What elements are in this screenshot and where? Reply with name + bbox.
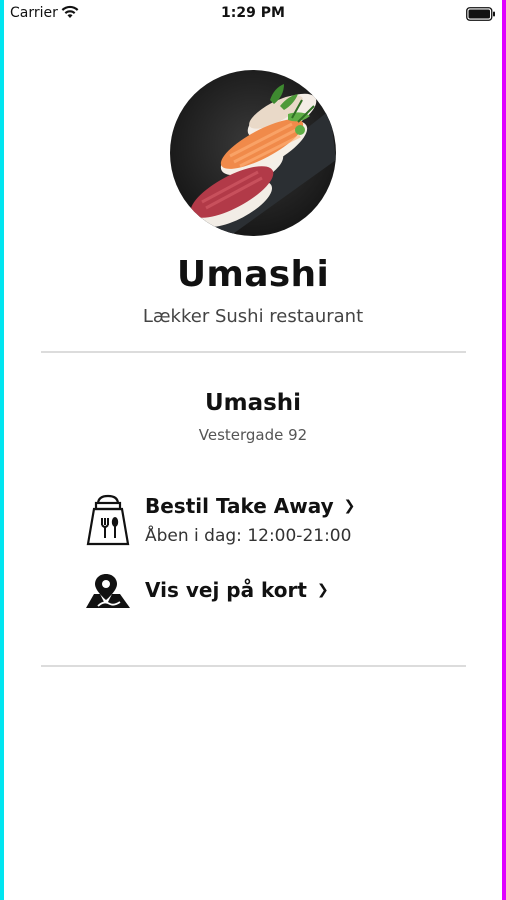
map-pin-icon — [84, 572, 132, 614]
location-name: Umashi — [204, 390, 302, 416]
location-address: Vestergade 92 — [198, 426, 308, 444]
restaurant-avatar — [170, 70, 336, 236]
map-label: Vis vej på kort ❯ — [145, 578, 329, 602]
chevron-right-icon: ❯ — [316, 582, 329, 598]
map-directions-action[interactable]: Vis vej på kort ❯ — [84, 572, 344, 612]
status-bar: Carrier 1:29 PM — [0, 0, 506, 28]
takeaway-bag-icon — [84, 494, 132, 550]
divider-top — [41, 351, 466, 353]
map-label-text: Vis vej på kort — [145, 578, 307, 602]
page-subtitle: Lækker Sushi restaurant — [142, 306, 364, 327]
left-edge-strip — [0, 0, 4, 900]
opening-hours: Åben i dag: 12:00-21:00 — [145, 526, 352, 546]
chevron-right-icon: ❯ — [343, 498, 356, 514]
right-edge-strip — [502, 0, 506, 900]
takeaway-label: Bestil Take Away ❯ — [145, 494, 355, 518]
page-title: Umashi — [176, 254, 330, 295]
status-time: 1:29 PM — [221, 5, 285, 21]
divider-bottom — [41, 665, 466, 667]
battery-icon — [466, 6, 496, 25]
takeaway-label-text: Bestil Take Away — [145, 494, 334, 518]
takeaway-action[interactable]: Bestil Take Away ❯ Åben i dag: 12:00-21:0… — [84, 494, 384, 552]
